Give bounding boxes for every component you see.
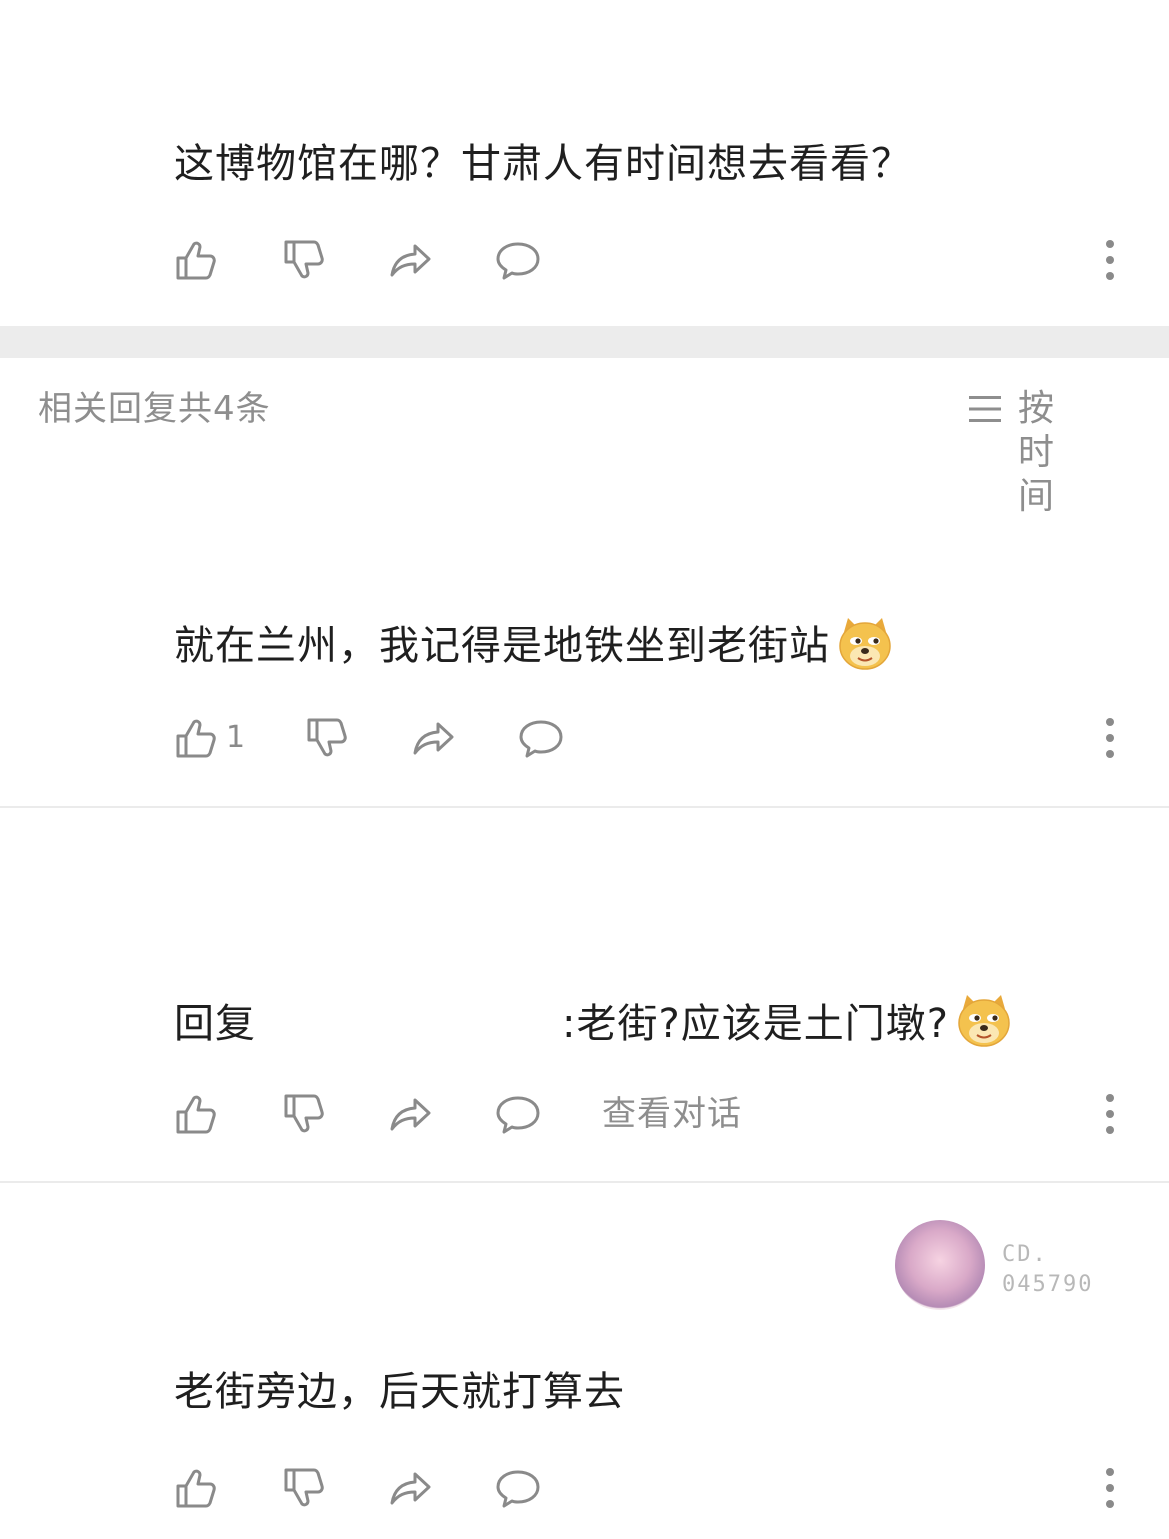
- thumbs-down-icon[interactable]: [303, 714, 351, 762]
- comment-icon[interactable]: [494, 1090, 542, 1138]
- share-icon[interactable]: [410, 714, 458, 762]
- like-count: 1: [226, 720, 246, 755]
- reply-text: 就在兰州，我记得是地铁坐到老街站: [174, 622, 894, 672]
- badge-line-1: CD.: [1002, 1242, 1048, 1267]
- reply-divider: [0, 1181, 1169, 1183]
- reply-text: :老街?应该是土门墩?: [562, 1000, 1013, 1049]
- doge-emoji-icon: [836, 614, 894, 672]
- reply-actions: 查看对话: [0, 1090, 1169, 1150]
- more-vertical-icon[interactable]: [1100, 236, 1120, 284]
- thumbs-up-icon[interactable]: [172, 1464, 220, 1512]
- reply-prefix: 回复: [174, 1001, 256, 1047]
- thumbs-up-icon[interactable]: [172, 236, 220, 284]
- comment-text: 这博物馆在哪？甘肃人有时间想去看看？: [174, 141, 912, 187]
- thumbs-down-icon[interactable]: [280, 236, 328, 284]
- doge-emoji-icon: [955, 991, 1013, 1049]
- comment-actions: [0, 236, 1169, 296]
- thumbs-down-icon[interactable]: [280, 1464, 328, 1512]
- sort-label: 按时间: [1018, 388, 1056, 517]
- thumbs-down-icon[interactable]: [280, 1090, 328, 1138]
- thumbs-up-icon[interactable]: [172, 1090, 220, 1138]
- reply-text: 老街旁边，后天就打算去: [174, 1369, 625, 1415]
- more-vertical-icon[interactable]: [1100, 1464, 1120, 1512]
- share-icon[interactable]: [387, 1464, 435, 1512]
- reply-actions: [0, 1464, 1169, 1524]
- reply-text-content: :老街?应该是土门墩?: [562, 1001, 949, 1047]
- replies-count-title: 相关回复共4条: [38, 389, 271, 429]
- avatar-badge: [895, 1220, 985, 1310]
- share-icon[interactable]: [387, 1090, 435, 1138]
- share-icon[interactable]: [387, 236, 435, 284]
- reply-text-content: 就在兰州，我记得是地铁坐到老街站: [174, 623, 830, 669]
- more-vertical-icon[interactable]: [1100, 714, 1120, 762]
- view-conversation-link[interactable]: 查看对话: [602, 1092, 742, 1136]
- section-separator: [0, 326, 1169, 358]
- reply-actions: 1: [0, 714, 1169, 774]
- badge-line-2: 045790: [1002, 1272, 1094, 1297]
- more-vertical-icon[interactable]: [1100, 1090, 1120, 1138]
- comment-icon[interactable]: [517, 714, 565, 762]
- comment-icon[interactable]: [494, 236, 542, 284]
- comment-icon[interactable]: [494, 1464, 542, 1512]
- badge-label: CD. 045790: [1002, 1240, 1093, 1300]
- thumbs-up-icon[interactable]: [172, 714, 220, 762]
- menu-lines-icon: [968, 393, 1002, 425]
- reply-divider: [0, 806, 1169, 808]
